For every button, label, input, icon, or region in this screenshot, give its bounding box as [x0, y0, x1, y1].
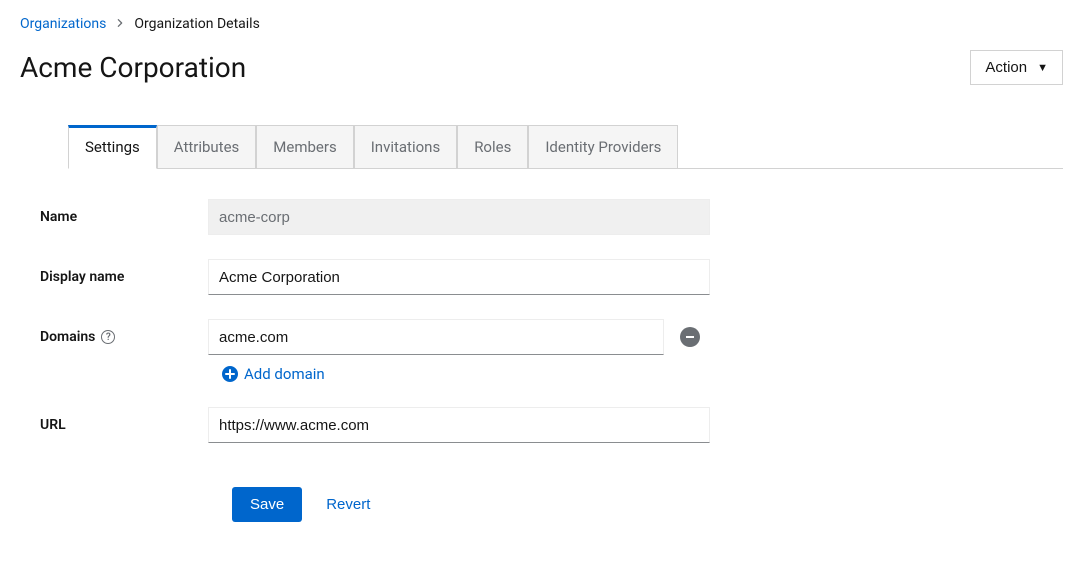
page-title: Acme Corporation	[20, 51, 246, 84]
tab-attributes[interactable]: Attributes	[157, 125, 257, 168]
name-input	[208, 199, 710, 235]
display-name-label: Display name	[40, 269, 208, 285]
form-row-domains: Domains ?	[40, 319, 1063, 355]
form-row-name: Name	[40, 199, 1063, 235]
settings-form: Name Display name Domains ? Add domain U…	[20, 199, 1063, 522]
minus-icon	[685, 332, 695, 342]
save-button[interactable]: Save	[232, 487, 302, 522]
tab-settings[interactable]: Settings	[68, 125, 157, 169]
tabs: Settings Attributes Members Invitations …	[68, 125, 1063, 169]
tab-roles[interactable]: Roles	[457, 125, 528, 168]
action-dropdown[interactable]: Action ▼	[970, 50, 1063, 85]
help-icon[interactable]: ?	[101, 330, 115, 344]
form-row-display-name: Display name	[40, 259, 1063, 295]
breadcrumb-current: Organization Details	[134, 16, 259, 32]
remove-domain-button[interactable]	[680, 327, 700, 347]
breadcrumb-parent-link[interactable]: Organizations	[20, 16, 106, 32]
breadcrumb: Organizations Organization Details	[20, 16, 1063, 32]
domains-label: Domains ?	[40, 329, 208, 345]
form-row-url: URL	[40, 407, 1063, 443]
caret-down-icon: ▼	[1037, 62, 1048, 74]
plus-circle-icon	[222, 366, 238, 382]
action-dropdown-label: Action	[985, 59, 1027, 76]
page-header: Acme Corporation Action ▼	[20, 50, 1063, 85]
tab-identity-providers[interactable]: Identity Providers	[528, 125, 678, 168]
name-label: Name	[40, 209, 208, 225]
domain-entry	[208, 319, 700, 355]
add-domain-row: Add domain	[40, 365, 1063, 383]
revert-button[interactable]: Revert	[326, 496, 370, 513]
domain-input[interactable]	[208, 319, 664, 355]
display-name-input[interactable]	[208, 259, 710, 295]
add-domain-button[interactable]: Add domain	[208, 365, 325, 383]
url-input[interactable]	[208, 407, 710, 443]
form-actions: Save Revert	[40, 487, 1063, 522]
tab-members[interactable]: Members	[256, 125, 353, 168]
url-label: URL	[40, 417, 208, 433]
tab-invitations[interactable]: Invitations	[354, 125, 457, 168]
chevron-right-icon	[116, 17, 124, 31]
add-domain-label: Add domain	[244, 365, 325, 383]
